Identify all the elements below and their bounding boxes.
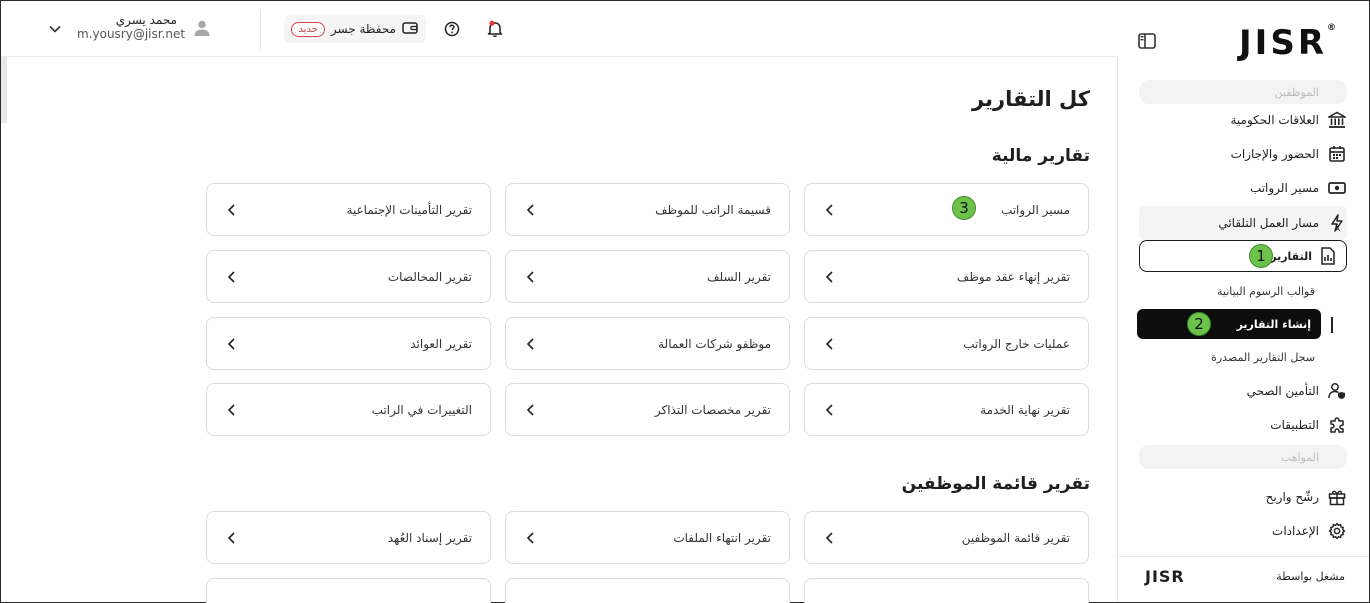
report-card-asset-assignment[interactable]: تقرير إسناد العُهد <box>206 511 491 564</box>
top-bar: محمد يسري m.yousry@jisr.net محفظة جسر جد… <box>1 1 1118 57</box>
chevron-left-icon <box>526 203 534 216</box>
jisr-wallet-button[interactable]: محفظة جسر جديد <box>284 15 426 43</box>
bank-icon <box>1327 110 1347 130</box>
chevron-left-icon <box>526 531 534 544</box>
chevron-left-icon <box>825 270 833 283</box>
user-shield-icon <box>1327 381 1347 401</box>
help-icon[interactable] <box>444 21 460 37</box>
report-card-payroll[interactable]: مسير الرواتب <box>804 183 1089 236</box>
sidebar: JISR® الموظفين العلاقات الحكومية الحضور … <box>1117 1 1369 602</box>
report-card-off-cycle[interactable]: عمليات خارج الرواتب <box>804 317 1089 370</box>
main-content: كل التقارير تقارير مالية مسير الرواتب 3 … <box>1 57 1118 603</box>
sidebar-item-exported-reports[interactable]: سجل التقارير المصدرة <box>1145 341 1315 373</box>
puzzle-icon <box>1327 415 1347 435</box>
annotation-step-1: 1 <box>1249 244 1273 268</box>
report-card-document-expiry[interactable]: تقرير انتهاء الملفات <box>505 511 790 564</box>
sidebar-item-refer-earn[interactable]: رشّح واربح <box>1137 482 1347 512</box>
report-card-loans[interactable]: تقرير السلف <box>505 250 790 303</box>
active-indicator <box>1331 317 1333 333</box>
user-menu[interactable]: محمد يسري m.yousry@jisr.net <box>77 13 186 41</box>
chevron-left-icon <box>227 337 235 350</box>
sidebar-item-gov-relations[interactable]: العلاقات الحكومية <box>1137 105 1347 135</box>
report-card-partial[interactable] <box>206 578 491 603</box>
footer-logo: JISR <box>1145 567 1185 586</box>
report-card-manpower-employees[interactable]: موظفو شركات العمالة <box>505 317 790 370</box>
report-card-returns[interactable]: تقرير العوائد <box>206 317 491 370</box>
new-badge: جديد <box>291 21 325 37</box>
gear-icon <box>1327 521 1347 541</box>
chevron-left-icon <box>227 270 235 283</box>
calendar-icon <box>1327 144 1347 164</box>
report-card-partial[interactable] <box>804 578 1089 603</box>
sidebar-item-create-reports[interactable]: إنشاء التقارير <box>1137 309 1321 339</box>
wallet-label: محفظة جسر <box>330 22 396 36</box>
chevron-left-icon <box>227 531 235 544</box>
report-card-payslip[interactable]: قسيمة الراتب للموظف <box>505 183 790 236</box>
sidebar-item-health-insurance[interactable]: التأمين الصحي <box>1137 376 1347 406</box>
powered-by-label: مشغل بواسطة <box>1276 570 1345 583</box>
report-card-ticket-allowances[interactable]: تقرير مخصصات التذاكر <box>505 383 790 436</box>
sidebar-item-talent[interactable]: المواهب <box>1139 445 1347 469</box>
sidebar-item-attendance[interactable]: الحضور والإجازات <box>1137 139 1347 169</box>
report-card-salary-changes[interactable]: التغييرات في الراتب <box>206 383 491 436</box>
report-chart-icon <box>1320 247 1336 265</box>
section-title-financial: تقارير مالية <box>991 146 1090 166</box>
report-card-termination[interactable]: تقرير إنهاء عقد موظف <box>804 250 1089 303</box>
report-card-gosi[interactable]: تقرير التأمينات الإجتماعية <box>206 183 491 236</box>
report-card-settlements[interactable]: تقرير المخالصات <box>206 250 491 303</box>
report-card-employee-list[interactable]: تقرير قائمة الموظفين <box>804 511 1089 564</box>
sidebar-collapse-icon[interactable] <box>1138 33 1156 49</box>
notification-bell-icon[interactable] <box>487 20 503 38</box>
chevron-left-icon <box>227 203 235 216</box>
divider <box>260 11 261 49</box>
user-name: محمد يسري <box>115 13 177 27</box>
sidebar-item-settings[interactable]: الإعدادات <box>1137 516 1347 546</box>
chevron-left-icon <box>227 403 235 416</box>
gift-icon <box>1327 487 1347 507</box>
jisr-logo[interactable]: JISR® <box>1239 23 1339 63</box>
chevron-left-icon <box>825 403 833 416</box>
chevron-left-icon <box>526 270 534 283</box>
section-title-employees: تقرير قائمة الموظفين <box>901 474 1090 494</box>
sidebar-item-chart-templates[interactable]: قوالب الرسوم البيانية <box>1145 275 1315 307</box>
chevron-left-icon <box>526 403 534 416</box>
annotation-step-2: 2 <box>1187 312 1211 336</box>
page-title: كل التقارير <box>972 87 1090 111</box>
sidebar-item-reports[interactable]: التقارير <box>1139 240 1347 272</box>
report-card-end-of-service[interactable]: تقرير نهاية الخدمة <box>804 383 1089 436</box>
wallet-icon <box>402 21 418 38</box>
sidebar-item-employees[interactable]: الموظفين <box>1139 80 1347 104</box>
chevron-left-icon <box>825 531 833 544</box>
sidebar-item-apps[interactable]: التطبيقات <box>1137 410 1347 440</box>
svg-text:A: A <box>1335 225 1340 232</box>
chevron-left-icon <box>825 203 833 216</box>
user-email: m.yousry@jisr.net <box>77 27 186 41</box>
sidebar-item-payroll[interactable]: مسير الرواتب <box>1137 173 1347 203</box>
sidebar-item-workflow[interactable]: A مسار العمل التلقائي <box>1137 208 1347 238</box>
chevron-left-icon <box>526 337 534 350</box>
avatar-icon[interactable] <box>193 19 211 37</box>
automation-icon: A <box>1327 213 1347 233</box>
money-icon <box>1327 178 1347 198</box>
sidebar-footer: مشغل بواسطة JISR <box>1117 556 1369 602</box>
report-card-partial[interactable] <box>505 578 790 603</box>
chevron-down-icon[interactable] <box>48 21 62 35</box>
annotation-step-3: 3 <box>952 196 976 220</box>
chevron-left-icon <box>825 337 833 350</box>
